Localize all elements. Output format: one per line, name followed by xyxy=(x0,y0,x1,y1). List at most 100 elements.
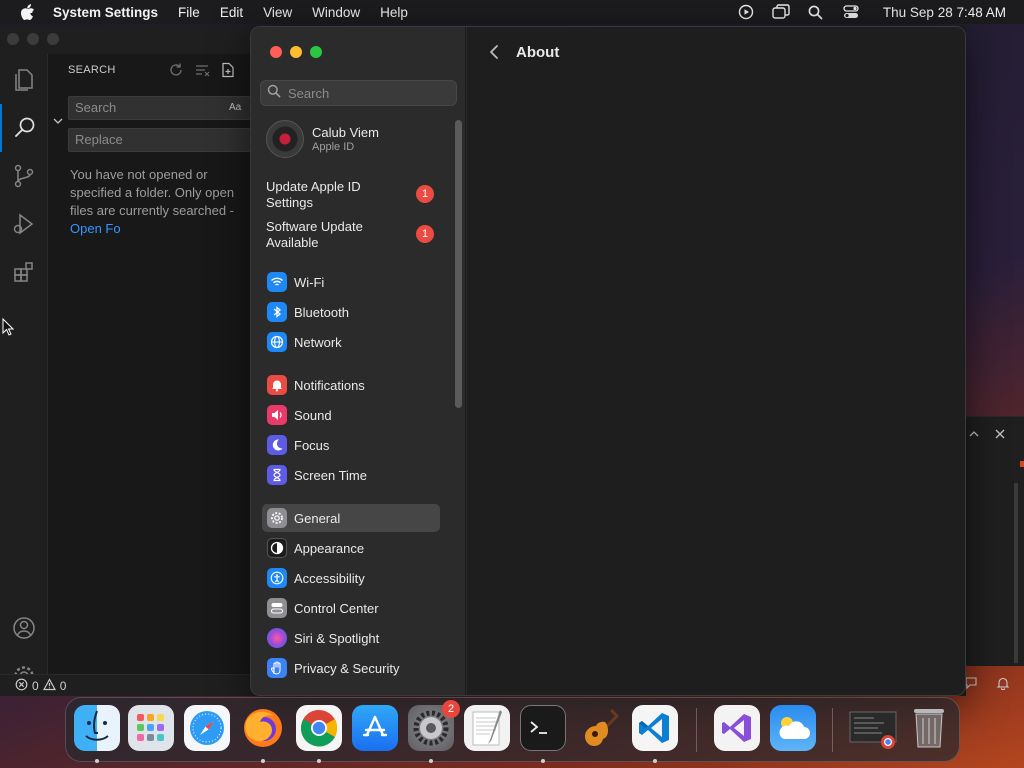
feedback-icon[interactable] xyxy=(964,676,978,695)
sidebar-item-control-center[interactable]: Control Center xyxy=(262,594,440,622)
settings-search-field[interactable]: Search xyxy=(260,80,457,106)
dock-chrome-window[interactable] xyxy=(848,705,900,751)
menu-file[interactable]: File xyxy=(178,5,200,20)
user-subtitle: Apple ID xyxy=(312,141,355,153)
menu-clock[interactable]: Thu Sep 28 7:48 AM xyxy=(883,5,1006,20)
dock-system-settings[interactable]: 2 xyxy=(408,700,460,751)
accounts-icon[interactable] xyxy=(0,604,48,652)
sidebar-item-notifications[interactable]: Notifications xyxy=(262,371,440,399)
content-header: About xyxy=(467,27,965,77)
dock-trash[interactable] xyxy=(906,705,952,751)
sidebar-item-appearance[interactable]: Appearance xyxy=(262,534,440,562)
minimize-window-button[interactable] xyxy=(290,46,302,58)
dock-launchpad[interactable] xyxy=(128,705,174,751)
activity-bar: 1 xyxy=(0,54,48,696)
vscode-close-button[interactable] xyxy=(7,33,19,45)
new-search-editor-icon[interactable] xyxy=(220,62,236,83)
explorer-icon[interactable] xyxy=(0,56,48,104)
dock-visual-studio[interactable] xyxy=(714,705,760,751)
sidebar-item-label: Sound xyxy=(294,407,332,423)
menu-window[interactable]: Window xyxy=(312,5,360,20)
menu-help[interactable]: Help xyxy=(380,5,408,20)
sidebar-item-privacy-security[interactable]: Privacy & Security xyxy=(262,654,440,682)
screen-record-icon[interactable] xyxy=(737,3,755,21)
search-input[interactable]: Search xyxy=(68,96,253,120)
dock-safari[interactable] xyxy=(184,705,230,751)
sidebar-item-accessibility[interactable]: Accessibility xyxy=(262,564,440,592)
search-icon[interactable] xyxy=(0,104,48,152)
cloud-icon xyxy=(779,717,810,739)
refresh-icon[interactable] xyxy=(168,62,184,83)
screen-mirroring-icon[interactable] xyxy=(772,3,790,21)
match-case-toggle[interactable]: Aa xyxy=(229,102,241,113)
no-folder-text: You have not opened or specified a folde… xyxy=(70,167,235,218)
dock-garageband[interactable] xyxy=(576,705,622,751)
sidebar-item-bluetooth[interactable]: Bluetooth xyxy=(262,298,440,326)
no-folder-message: You have not opened or specified a folde… xyxy=(70,166,260,238)
accessibility-icon xyxy=(267,568,287,588)
dock-firefox[interactable] xyxy=(240,705,286,751)
running-indicator xyxy=(653,759,657,763)
close-panel-icon[interactable] xyxy=(994,427,1006,445)
sidebar-item-sound[interactable]: Sound xyxy=(262,401,440,429)
toggle-replace-icon[interactable] xyxy=(52,114,64,132)
spotlight-search-icon[interactable] xyxy=(807,3,825,21)
menu-bar: System Settings File Edit View Window He… xyxy=(0,0,1024,24)
panel-scrollbar[interactable] xyxy=(1014,483,1018,663)
hand-icon xyxy=(267,658,287,678)
problems-indicator[interactable]: 0 0 xyxy=(15,677,66,694)
menu-app-name[interactable]: System Settings xyxy=(53,5,158,20)
search-sidebar: SEARCH Search Aa Replace You have not op… xyxy=(48,54,258,674)
sidebar-scrollbar[interactable] xyxy=(455,120,462,408)
warning-icon xyxy=(42,677,56,694)
dock-textedit[interactable] xyxy=(464,705,510,751)
clear-results-icon[interactable] xyxy=(194,62,210,83)
apple-menu-icon[interactable] xyxy=(18,3,36,21)
chrome-icon xyxy=(300,710,338,747)
vscode-zoom-button[interactable] xyxy=(47,33,59,45)
sidebar-item-label: Accessibility xyxy=(294,570,365,586)
sidebar-item-label: Notifications xyxy=(294,377,365,393)
notifications-bell-icon[interactable] xyxy=(996,676,1010,695)
dock-visual-studio-code[interactable] xyxy=(632,705,678,751)
settings-search-placeholder: Search xyxy=(288,85,330,101)
launchpad-icon xyxy=(137,714,164,741)
apple-id-account[interactable]: Calub Viem Apple ID xyxy=(266,120,379,158)
panel-indicator xyxy=(1020,461,1024,467)
vscode-minimize-button[interactable] xyxy=(27,33,39,45)
window-thumbnail-icon xyxy=(849,711,897,749)
software-update-item[interactable]: Software Update Available 1 xyxy=(266,219,436,251)
dock-google-chrome[interactable] xyxy=(296,705,342,751)
sidebar-item-network[interactable]: Network xyxy=(262,328,440,356)
maximize-panel-icon[interactable] xyxy=(968,427,980,445)
menu-view[interactable]: View xyxy=(263,5,292,20)
dock-app-store[interactable] xyxy=(352,705,398,751)
run-debug-icon[interactable] xyxy=(0,200,48,248)
vscode-panel-strip xyxy=(964,416,1024,666)
back-chevron-icon[interactable] xyxy=(485,43,503,61)
trash-icon xyxy=(914,709,944,748)
update-apple-id-settings-item[interactable]: Update Apple ID Settings 1 xyxy=(266,179,436,211)
running-indicator xyxy=(541,759,545,763)
control-center-icon[interactable] xyxy=(842,3,860,21)
gear-icon xyxy=(267,508,287,528)
dock-finder[interactable] xyxy=(74,705,120,751)
sidebar-item-focus[interactable]: Focus xyxy=(262,431,440,459)
extensions-icon[interactable] xyxy=(0,248,48,296)
sidebar-item-wifi[interactable]: Wi-Fi xyxy=(262,268,440,296)
sidebar-item-general[interactable]: General xyxy=(262,504,440,532)
hourglass-icon xyxy=(267,465,287,485)
menu-edit[interactable]: Edit xyxy=(220,5,243,20)
source-control-icon[interactable] xyxy=(0,152,48,200)
sidebar-item-siri-spotlight[interactable]: Siri & Spotlight xyxy=(262,624,440,652)
replace-input[interactable]: Replace xyxy=(68,128,253,152)
sidebar-item-label: Bluetooth xyxy=(294,304,349,320)
bell-icon xyxy=(267,375,287,395)
sidebar-item-screen-time[interactable]: Screen Time xyxy=(262,461,440,489)
dock-weather[interactable] xyxy=(770,705,816,751)
close-window-button[interactable] xyxy=(270,46,282,58)
alert-badge: 1 xyxy=(416,185,434,203)
zoom-window-button[interactable] xyxy=(310,46,322,58)
open-folder-link[interactable]: Open Fo xyxy=(70,221,121,236)
dock-terminal[interactable] xyxy=(520,705,566,751)
